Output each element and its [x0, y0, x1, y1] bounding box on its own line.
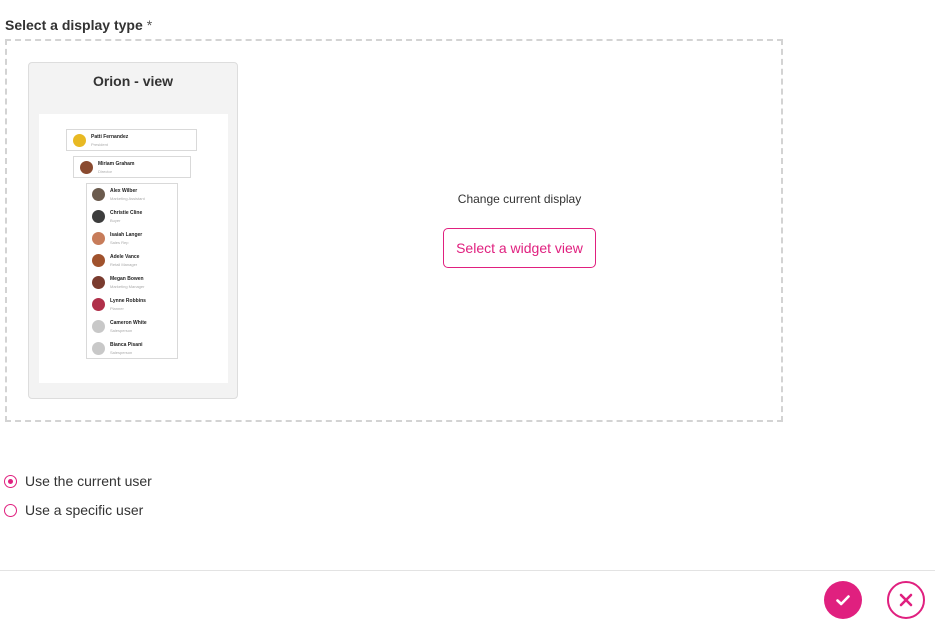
card-title: Orion - view [92, 73, 174, 89]
display-card-orion-view[interactable]: Orion - view Patti Fernandez President M… [28, 62, 238, 399]
org-node-role: Salesperson [110, 328, 133, 333]
org-node-role: Sales Rep [110, 240, 129, 245]
org-node-role: Marketing Assistant [110, 196, 145, 201]
org-node-name: Megan Bowen [110, 276, 144, 282]
org-node-name: Bianca Pisani [110, 342, 143, 348]
avatar [73, 134, 86, 147]
radio-use-current-user[interactable]: Use the current user [4, 472, 152, 490]
org-node-name: Lynne Robbins [110, 298, 146, 304]
org-node-role: Marketing Manager [110, 284, 145, 289]
avatar [92, 342, 105, 355]
select-widget-view-button[interactable]: Select a widget view [443, 228, 596, 268]
org-node-name: Miriam Graham [98, 161, 135, 167]
org-node-name: Adele Vance [110, 254, 140, 260]
change-display-text: Change current display [457, 192, 582, 206]
org-node-top: Patti Fernandez President [66, 129, 197, 151]
org-node-role: Director [98, 169, 113, 174]
org-node-name: Alex Wilber [110, 188, 138, 194]
cancel-button[interactable] [887, 581, 925, 619]
footer-divider [0, 570, 935, 571]
close-icon [899, 593, 913, 607]
avatar [92, 276, 105, 289]
check-icon [836, 594, 850, 605]
radio-checked-icon[interactable] [4, 474, 17, 488]
avatar [80, 161, 93, 174]
radio-unchecked-icon[interactable] [4, 503, 17, 517]
radio-use-specific-user[interactable]: Use a specific user [4, 501, 143, 519]
org-node-role: Retail Manager [110, 262, 138, 267]
org-node-name: Christie Cline [110, 210, 143, 216]
org-node-role: Planner [110, 306, 124, 311]
org-node-role: Buyer [110, 218, 121, 223]
org-node-name: Isaiah Langer [110, 232, 143, 238]
avatar [92, 188, 105, 201]
avatar [92, 254, 105, 267]
org-node-top: Miriam Graham Director [73, 156, 191, 178]
display-type-label-text: Select a display type [5, 17, 143, 33]
avatar [92, 320, 105, 333]
avatar [92, 298, 105, 311]
required-mark: * [146, 17, 153, 33]
display-type-label: Select a display type * [5, 17, 152, 33]
avatar [92, 210, 105, 223]
confirm-button[interactable] [824, 581, 862, 619]
org-node-name: Cameron White [110, 320, 147, 326]
avatar [92, 232, 105, 245]
radio-label: Use a specific user [25, 502, 144, 518]
org-node-role: President [91, 142, 108, 147]
radio-label: Use the current user [25, 473, 152, 489]
org-chart-preview: Patti Fernandez President Miriam Graham … [39, 114, 228, 383]
org-node-name: Patti Fernandez [91, 134, 129, 140]
org-node-role: Salesperson [110, 350, 133, 355]
org-reports-list: Alex Wilber Marketing Assistant Christie… [86, 183, 178, 359]
